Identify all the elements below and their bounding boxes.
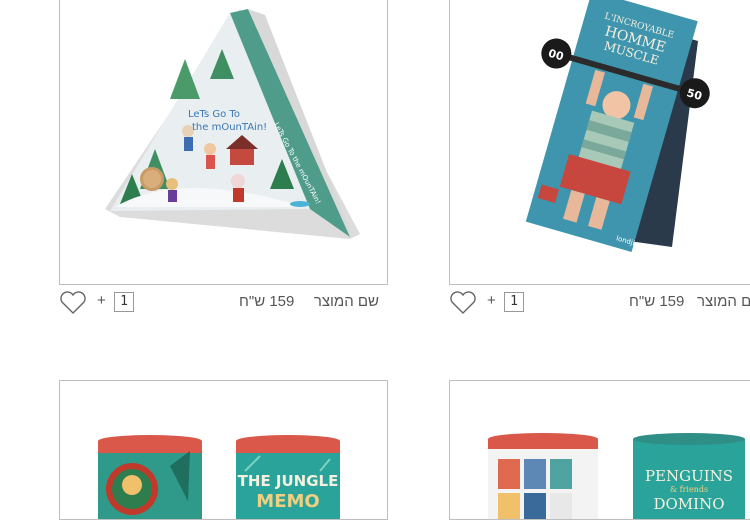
svg-text:& friends: & friends xyxy=(670,485,708,494)
product-card-mountain[interactable]: LeTs Go To the mOunTAin! LeTs Go To the … xyxy=(59,0,388,285)
box-title: LeTs Go To xyxy=(188,109,240,120)
product-price: 159 ש"ח xyxy=(239,293,295,310)
product-image-mountain-puzzle: LeTs Go To the mOunTAin! LeTs Go To the … xyxy=(105,9,360,239)
quantity-field[interactable]: 1 xyxy=(504,292,524,312)
product-card-strongman[interactable]: L'INCROYABLE HOMME MUSCLE 00 50 londji xyxy=(449,0,750,285)
svg-text:MEMO: MEMO xyxy=(256,491,319,512)
product-info-row: + 1 159 ש"ח שם המוצר xyxy=(449,289,750,317)
box-title: THE JUNGLE xyxy=(238,472,339,490)
box-title: PENGUINS xyxy=(645,467,733,485)
product-image-strongman-puzzle: L'INCROYABLE HOMME MUSCLE 00 50 londji xyxy=(525,0,710,252)
product-price: 159 ש"ח xyxy=(629,293,685,310)
product-name[interactable]: שם המוצר xyxy=(697,293,750,310)
product-card-penguins-domino[interactable]: PENGUINS & friends DOMINO xyxy=(449,380,750,520)
quantity-field[interactable]: 1 xyxy=(114,292,134,312)
product-info-row: + 1 159 ש"ח שם המוצר xyxy=(59,289,388,317)
product-card-jungle-memo[interactable]: THE JUNGLE MEMO xyxy=(59,380,388,520)
product-image-penguins-domino: PENGUINS & friends DOMINO xyxy=(488,433,745,519)
product-name[interactable]: שם המוצר xyxy=(314,293,379,310)
add-to-cart-plus[interactable]: + xyxy=(487,292,496,309)
svg-text:DOMINO: DOMINO xyxy=(653,495,724,513)
svg-text:the mOunTAin!: the mOunTAin! xyxy=(192,122,267,133)
add-to-cart-plus[interactable]: + xyxy=(97,292,106,309)
heart-icon[interactable] xyxy=(449,291,477,315)
product-image-jungle-memo: THE JUNGLE MEMO xyxy=(98,435,340,519)
heart-icon[interactable] xyxy=(59,291,87,315)
